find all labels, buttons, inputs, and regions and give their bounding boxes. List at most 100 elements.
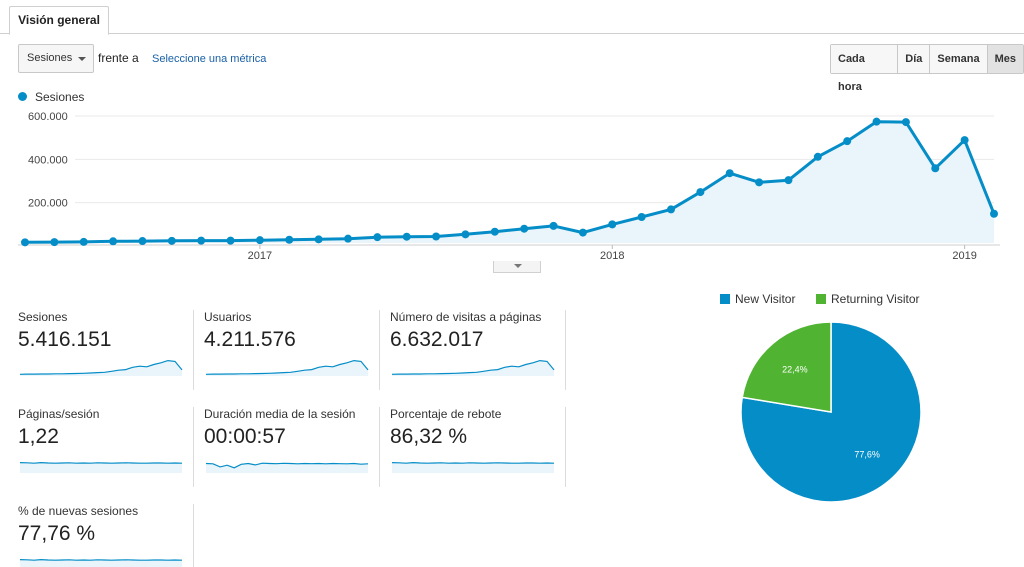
- data-point[interactable]: [843, 137, 852, 146]
- metric-card[interactable]: Páginas/sesión 1,22: [18, 407, 193, 487]
- data-point[interactable]: [549, 221, 558, 230]
- metric-card[interactable]: Número de visitas a páginas 6.632.017: [390, 310, 565, 390]
- slice-label: 22,4%: [782, 364, 808, 374]
- card-divider: [193, 407, 194, 487]
- metric-value: 00:00:57: [204, 425, 286, 448]
- data-point[interactable]: [960, 136, 969, 145]
- legend-label: Sesiones: [35, 90, 85, 104]
- x-tick-label: 2017: [248, 250, 272, 262]
- data-point[interactable]: [667, 205, 675, 214]
- sparkline: [19, 359, 183, 376]
- chart-expander[interactable]: [493, 261, 541, 273]
- data-point[interactable]: [461, 230, 470, 239]
- tab-bar: Visión general: [0, 0, 1024, 35]
- metric-value: 5.416.151: [18, 328, 112, 351]
- data-point[interactable]: [490, 227, 499, 236]
- metric-card[interactable]: Duración media de la sesión 00:00:57: [204, 407, 379, 487]
- data-point[interactable]: [50, 238, 59, 247]
- data-point[interactable]: [872, 117, 881, 126]
- sparkline-area: [206, 463, 368, 473]
- sparkline-area: [20, 559, 182, 567]
- metric-label: Porcentaje de rebote: [390, 407, 502, 421]
- metric-label: Número de visitas a páginas: [390, 310, 542, 324]
- card-divider: [565, 407, 566, 487]
- sparkline-line: [19, 558, 183, 561]
- data-point[interactable]: [226, 236, 235, 245]
- new-visitor-swatch: [720, 294, 730, 304]
- data-point[interactable]: [901, 118, 910, 127]
- pie-legend-returning: Returning Visitor: [816, 292, 920, 306]
- data-point[interactable]: [255, 236, 264, 245]
- chevron-down-icon: [78, 57, 86, 61]
- card-divider: [565, 310, 566, 390]
- data-point[interactable]: [637, 213, 646, 221]
- metric-label: Sesiones: [18, 310, 68, 324]
- metric-card[interactable]: Sesiones 5.416.151: [18, 310, 193, 390]
- data-point[interactable]: [520, 224, 529, 233]
- metric-value: 77,76 %: [18, 522, 96, 545]
- metric-card[interactable]: Porcentaje de rebote 86,32 %: [390, 407, 565, 487]
- sparkline: [205, 359, 369, 376]
- x-tick-label: 2019: [952, 250, 976, 262]
- sessions-chart: 200.000 400.000 600.000 2017 2018 2019: [18, 111, 1000, 262]
- visitor-pie-chart: 77,6% 22,4%: [740, 321, 922, 503]
- select-metric-link[interactable]: Seleccione una métrica: [152, 53, 266, 65]
- metric-value: 4.211.576: [204, 328, 296, 351]
- data-point[interactable]: [79, 237, 88, 246]
- metric-value: 1,22: [18, 425, 59, 448]
- metric-card[interactable]: % de nuevas sesiones 77,76 %: [18, 504, 193, 567]
- data-point[interactable]: [990, 209, 998, 218]
- data-point[interactable]: [314, 235, 323, 244]
- sparkline: [205, 462, 369, 473]
- sparkline-line: [391, 461, 555, 464]
- data-point[interactable]: [138, 237, 147, 246]
- month-button[interactable]: Mes: [987, 45, 1023, 73]
- pie-legend-new: New Visitor: [720, 292, 795, 306]
- metric-select-value: Sesiones: [27, 52, 73, 64]
- sparkline: [391, 359, 555, 376]
- data-point[interactable]: [931, 164, 940, 173]
- data-point[interactable]: [285, 235, 294, 244]
- y-tick-label: 200.000: [28, 198, 68, 210]
- day-button[interactable]: Día: [898, 45, 931, 73]
- data-point[interactable]: [432, 232, 441, 241]
- data-point[interactable]: [608, 220, 617, 229]
- data-point[interactable]: [197, 236, 206, 245]
- data-point[interactable]: [813, 152, 822, 161]
- sparkline-area: [392, 462, 554, 473]
- chart-legend: Sesiones: [18, 90, 84, 104]
- pie-legend-label: New Visitor: [735, 292, 796, 306]
- data-point[interactable]: [402, 232, 411, 241]
- metric-value: 6.632.017: [390, 328, 484, 351]
- data-point[interactable]: [344, 234, 352, 243]
- slice-label: 77,6%: [854, 450, 880, 460]
- card-divider: [193, 504, 194, 567]
- card-divider: [379, 310, 380, 390]
- chevron-down-icon: [514, 264, 522, 268]
- metric-card[interactable]: Usuarios 4.211.576: [204, 310, 379, 390]
- data-point[interactable]: [696, 188, 705, 197]
- sparkline-line: [19, 461, 183, 464]
- data-point[interactable]: [755, 178, 764, 187]
- metric-select[interactable]: Sesiones: [18, 44, 94, 73]
- granularity-group: Cada hora Día Semana Mes: [830, 44, 1024, 93]
- data-point[interactable]: [373, 233, 382, 242]
- metric-label: Duración media de la sesión: [204, 407, 356, 421]
- data-point[interactable]: [21, 238, 29, 247]
- data-point[interactable]: [784, 176, 793, 185]
- week-button[interactable]: Semana: [930, 45, 988, 73]
- tab-overview[interactable]: Visión general: [9, 6, 109, 35]
- card-divider: [193, 310, 194, 390]
- sparkline-area: [20, 462, 182, 473]
- data-point[interactable]: [167, 236, 176, 245]
- sparkline: [391, 461, 555, 473]
- y-tick-label: 400.000: [28, 154, 68, 166]
- series-dot-icon: [18, 92, 27, 101]
- data-point[interactable]: [725, 169, 734, 178]
- y-tick-label: 600.000: [28, 111, 68, 123]
- hourly-button[interactable]: Cada hora: [831, 45, 899, 93]
- data-point[interactable]: [578, 228, 587, 237]
- sparkline: [19, 558, 183, 567]
- metric-label: Usuarios: [204, 310, 252, 324]
- data-point[interactable]: [109, 237, 118, 246]
